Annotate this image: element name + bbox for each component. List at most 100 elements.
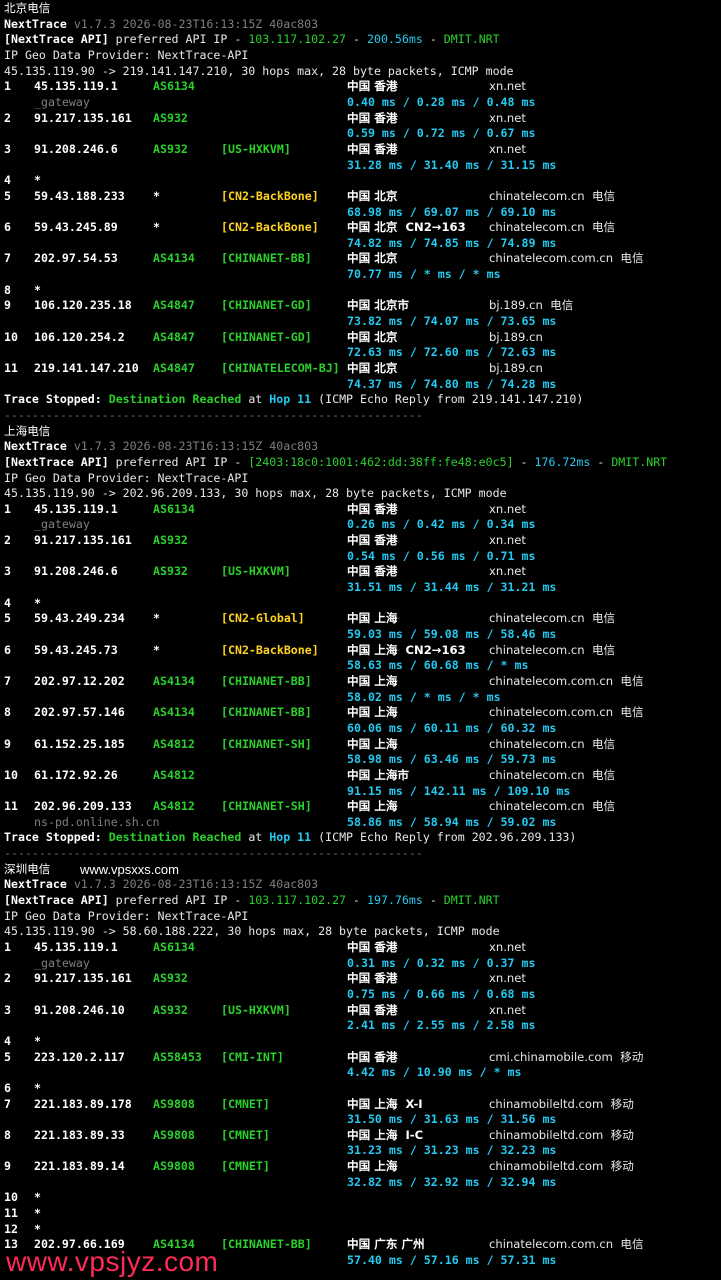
- hop-geo: 中国 北京 CN2→163: [347, 220, 466, 235]
- hop-isp: chinatelecom.com.cn 电信: [489, 705, 644, 720]
- hop-tag: [CHINANET-BB]: [221, 251, 312, 266]
- trace-header-line: 45.135.119.90 -> 58.60.188.222, 30 hops …: [4, 924, 500, 940]
- hop-rtt: 0.31 ms / 0.32 ms / 0.37 ms: [347, 955, 536, 970]
- geo-provider: IP Geo Data Provider: NextTrace-API: [4, 470, 249, 485]
- hop-rtt: 58.63 ms / 60.68 ms / * ms: [347, 658, 529, 673]
- hop-isp: chinamobileltd.com 移动: [489, 1127, 634, 1142]
- hop-isp: chinatelecom.cn 电信: [489, 642, 616, 657]
- hop-number: 7: [4, 251, 11, 266]
- hop-isp: chinamobileltd.com 移动: [489, 1159, 634, 1174]
- hop-ip: *: [34, 1190, 41, 1205]
- hop-number: 4: [4, 595, 11, 610]
- api-label: [NextTrace API]: [4, 893, 109, 907]
- hop-number: 1: [4, 79, 11, 94]
- geo-provider-line: IP Geo Data Provider: NextTrace-API: [4, 48, 248, 64]
- hop-ip: *: [34, 595, 41, 610]
- hop-number: 1: [4, 940, 11, 954]
- hop-ip: 221.183.89.14: [34, 1159, 125, 1174]
- hop-isp: xn.net: [489, 533, 526, 548]
- hop-asn: AS9808: [153, 1127, 195, 1142]
- watermark: www.vpsjyz.com: [6, 1246, 219, 1277]
- hop-asn: AS6134: [153, 940, 195, 954]
- hop-tag: [CN2-BackBone]: [221, 642, 319, 657]
- hop-number: 8: [4, 1127, 11, 1142]
- nexttrace-version-line: NextTrace v1.7.3 2026-08-23T16:13:15Z 40…: [4, 17, 318, 33]
- trace-header: 45.135.119.90 -> 219.141.147.210, 30 hop…: [4, 63, 514, 78]
- hop-ip: 91.217.135.161: [34, 110, 132, 125]
- hop-tag: [CHINATELECOM-BJ]: [221, 360, 340, 375]
- hop-number: 11: [4, 1206, 18, 1220]
- hop-isp: xn.net: [489, 940, 526, 954]
- hop-number: 5: [4, 188, 11, 203]
- hop-tag: [US-HXKVM]: [221, 141, 291, 156]
- stop-hop: Hop 11: [269, 830, 312, 845]
- app-name: NextTrace: [4, 439, 67, 454]
- hop-geo: 中国 香港: [347, 141, 398, 156]
- destination-reached: Destination Reached: [108, 830, 242, 845]
- hop-ip: 91.217.135.161: [34, 971, 132, 986]
- hop-rtt: 0.75 ms / 0.66 ms / 0.68 ms: [347, 986, 536, 1001]
- hop-geo: 中国 北京市: [347, 298, 410, 313]
- separator-line: ----------------------------------------…: [4, 408, 423, 424]
- hop-isp: xn.net: [489, 501, 526, 516]
- hop-ip: 106.120.235.18: [34, 298, 132, 313]
- hop-tag: [US-HXKVM]: [221, 564, 291, 579]
- hop-rtt: 58.98 ms / 63.46 ms / 59.73 ms: [347, 752, 557, 767]
- hop-isp: chinatelecom.cn 电信: [489, 220, 616, 235]
- hop-tag: [CHINANET-BB]: [221, 705, 312, 720]
- section-title-line: 北京电信: [4, 1, 50, 17]
- hop-isp: chinatelecom.cn 电信: [489, 799, 616, 814]
- hop-isp: chinatelecom.com.cn 电信: [489, 1237, 644, 1252]
- hop-ip: 91.208.246.10: [34, 1002, 125, 1017]
- hop-isp: bj.189.cn: [489, 329, 543, 344]
- hop-number: 7: [4, 673, 11, 688]
- hop-asn: AS4847: [153, 329, 195, 344]
- hop-tag: [CHINANET-SH]: [221, 799, 312, 814]
- api-text: preferred API IP -: [108, 893, 249, 907]
- hop-tag: [CHINANET-BB]: [221, 673, 312, 688]
- hop-ip: 106.120.254.2: [34, 329, 125, 344]
- version-info: v1.7.3 2026-08-23T16:13:15Z 40ac803: [73, 16, 319, 31]
- hop-rtt: 72.63 ms / 72.60 ms / 72.63 ms: [347, 345, 557, 360]
- hop-rtt: 0.54 ms / 0.56 ms / 0.71 ms: [347, 548, 536, 563]
- hop-isp: cmi.chinamobile.com 移动: [489, 1049, 644, 1064]
- hop-geo: 中国 香港: [347, 1049, 398, 1064]
- hop-ip: 202.96.209.133: [34, 799, 132, 814]
- hop-number: 1: [4, 501, 11, 516]
- hop-number: 12: [4, 1221, 18, 1236]
- hop-ip: *: [34, 1033, 41, 1048]
- hop-asn: AS932: [153, 533, 188, 548]
- hop-ip: 202.97.12.202: [34, 673, 125, 688]
- stop-at: at: [241, 392, 270, 407]
- hop-rtt: 91.15 ms / 142.11 ms / 109.10 ms: [347, 783, 571, 798]
- hop-number: 3: [4, 1002, 11, 1017]
- hop-rtt: 0.59 ms / 0.72 ms / 0.67 ms: [347, 126, 536, 141]
- separator: ----------------------------------------…: [4, 407, 423, 422]
- api-latency: 176.72ms: [534, 454, 591, 469]
- hop-rtt: 74.37 ms / 74.80 ms / 74.28 ms: [347, 376, 557, 391]
- hop-isp: chinatelecom.com.cn 电信: [489, 251, 644, 266]
- hop-asn: AS4134: [153, 673, 195, 688]
- hop-number: 10: [4, 329, 18, 344]
- geo-provider-line: IP Geo Data Provider: NextTrace-API: [4, 471, 248, 487]
- api-line: [NextTrace API] preferred API IP - [2403…: [4, 454, 668, 469]
- api-ip: [2403:18c0:1001:462:dd:38ff:fe48:e0c5]: [248, 454, 514, 469]
- hop-geo: 中国 上海: [347, 736, 398, 751]
- hop-asn: AS4812: [153, 736, 195, 751]
- section-title: 北京电信: [4, 1, 51, 15]
- api-label: [NextTrace API]: [4, 32, 109, 47]
- hop-asn: AS4812: [153, 799, 195, 814]
- hop-number: 8: [4, 282, 11, 297]
- trace-header: 45.135.119.90 -> 202.96.209.133, 30 hops…: [4, 486, 507, 501]
- hop-tag: [CN2-BackBone]: [221, 188, 319, 203]
- hop-hostname: _gateway: [34, 517, 90, 532]
- api-node: DMIT.NRT: [443, 893, 500, 907]
- hop-rtt: 60.06 ms / 60.11 ms / 60.32 ms: [347, 720, 557, 735]
- hop-geo: 中国 北京: [347, 188, 398, 203]
- hop-ip: 45.135.119.1: [34, 79, 118, 94]
- hop-number: 9: [4, 298, 11, 313]
- hop-isp: xn.net: [489, 564, 526, 579]
- hop-number: 2: [4, 971, 11, 986]
- hop-number: 5: [4, 611, 11, 626]
- hop-geo: 中国 北京: [347, 251, 398, 266]
